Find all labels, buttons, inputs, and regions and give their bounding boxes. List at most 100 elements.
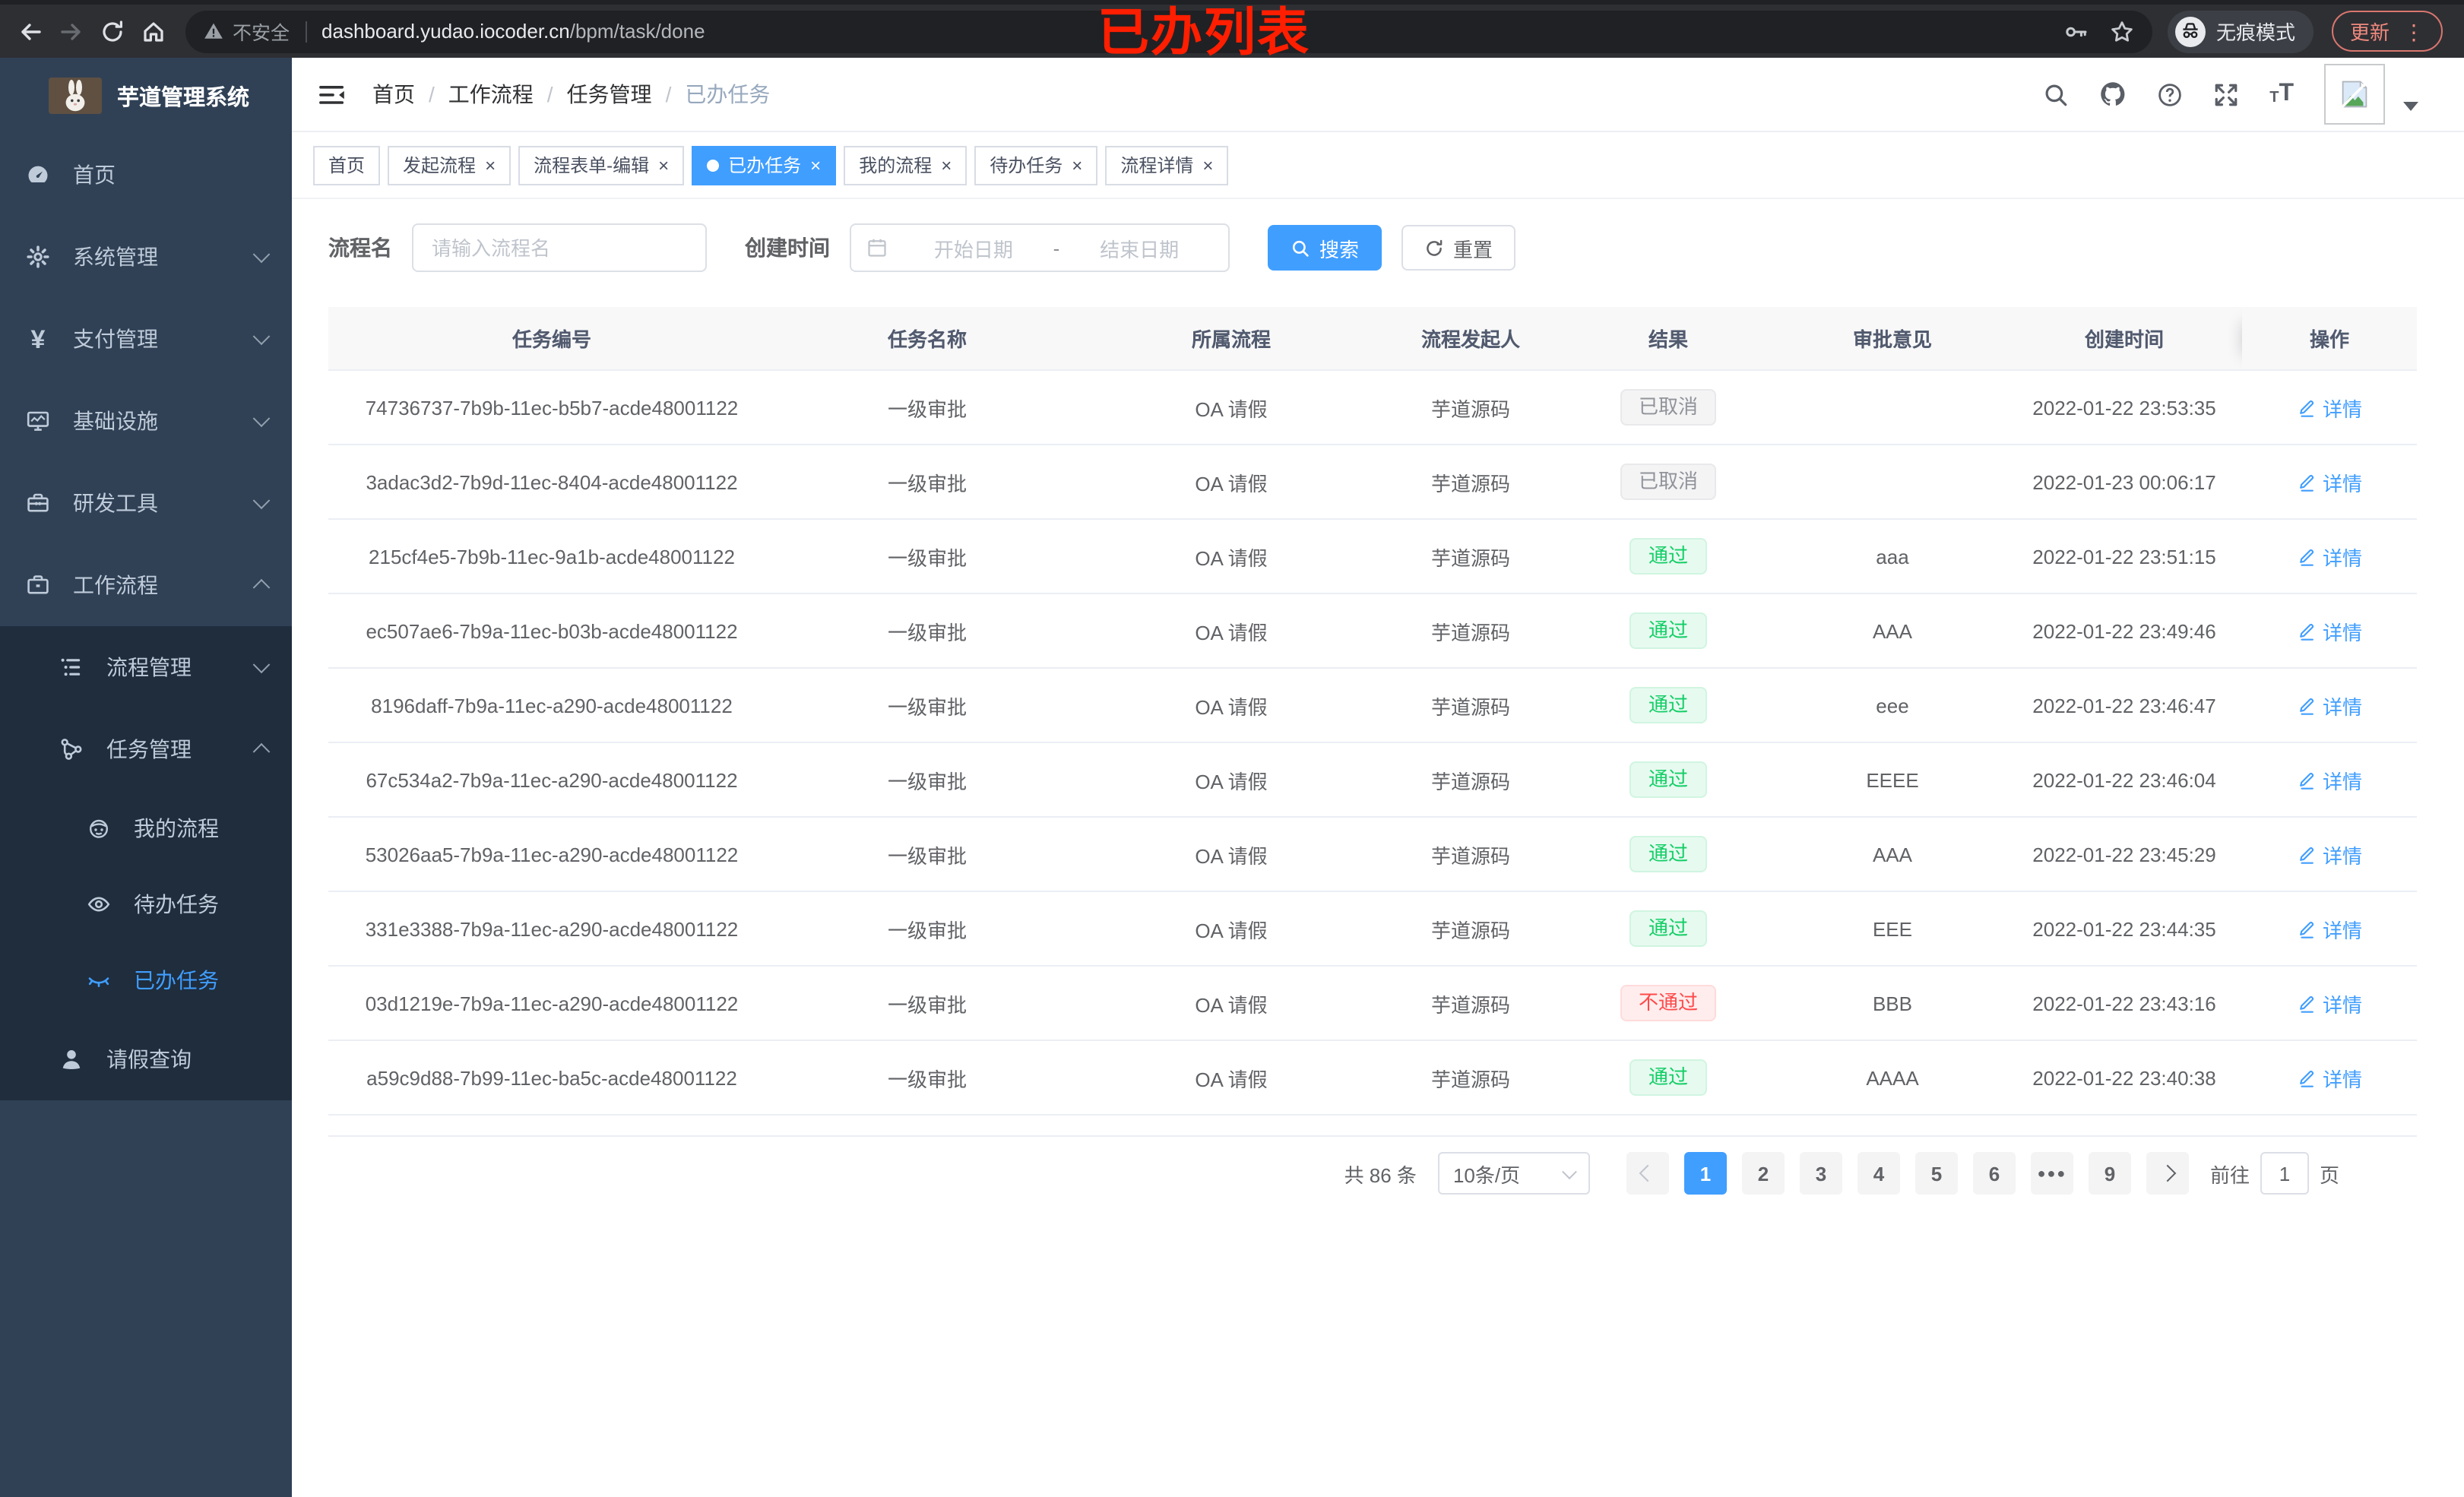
caret-down-icon[interactable] <box>2403 102 2418 111</box>
cell-process: OA 请假 <box>1079 445 1383 520</box>
url-bar[interactable]: 不安全 dashboard.yudao.iocoder.cn/bpm/task/… <box>185 10 2152 52</box>
detail-button[interactable]: 详情 <box>2297 914 2362 943</box>
detail-button[interactable]: 详情 <box>2297 840 2362 869</box>
page-size-select[interactable]: 10条/页 <box>1437 1152 1590 1195</box>
close-icon[interactable] <box>1072 156 1082 174</box>
cell-actions: 详情 <box>2242 817 2417 892</box>
page-number-button[interactable]: 5 <box>1915 1152 1958 1195</box>
cell-result: 通过 <box>1558 668 1778 743</box>
reset-button[interactable]: 重置 <box>1401 225 1516 271</box>
saved-passwords-key-icon[interactable] <box>2064 19 2089 43</box>
search-icon[interactable] <box>2043 81 2069 107</box>
url-divider <box>305 21 307 42</box>
search-button[interactable]: 搜索 <box>1268 225 1382 271</box>
table-row: ec507ae6-7b9a-11ec-b03b-acde48001122 一级审… <box>328 593 2417 669</box>
breadcrumb-workflow[interactable]: 工作流程 <box>448 79 534 109</box>
bookmark-star-icon[interactable] <box>2110 19 2134 43</box>
detail-button[interactable]: 详情 <box>2297 467 2362 496</box>
goto-label: 前往 <box>2209 1163 2250 1186</box>
browser-back-button[interactable] <box>12 10 47 52</box>
prev-page-button[interactable] <box>1626 1152 1669 1195</box>
tab-process-form-edit[interactable]: 流程表单-编辑 <box>518 145 685 185</box>
detail-button[interactable]: 详情 <box>2297 616 2362 645</box>
detail-button[interactable]: 详情 <box>2297 542 2362 571</box>
breadcrumb-separator: / <box>429 82 435 106</box>
sidebar-item-payment[interactable]: ¥ 支付管理 <box>0 298 292 380</box>
robot-face-icon <box>87 816 111 840</box>
sidebar-item-process-management[interactable]: 流程管理 <box>0 626 292 708</box>
sidebar-item-workflow[interactable]: 工作流程 <box>0 544 292 626</box>
github-icon[interactable] <box>2099 81 2127 108</box>
monitor-icon <box>26 409 50 433</box>
close-icon[interactable] <box>941 156 952 174</box>
detail-button[interactable]: 详情 <box>2297 765 2362 794</box>
page-number-button[interactable]: 4 <box>1857 1152 1900 1195</box>
sidebar-item-my-process[interactable]: 我的流程 <box>0 790 292 866</box>
browser-reload-button[interactable] <box>94 10 129 52</box>
breadcrumb-home[interactable]: 首页 <box>372 79 415 109</box>
font-size-icon[interactable]: TT <box>2269 81 2294 106</box>
detail-button[interactable]: 详情 <box>2297 1063 2362 1092</box>
page-number-button[interactable]: 6 <box>1972 1152 2016 1195</box>
cell-starter: 芋道源码 <box>1383 370 1558 445</box>
cell-comment <box>1778 445 2006 520</box>
tab-start-process[interactable]: 发起流程 <box>388 145 511 185</box>
sidebar-item-todo-tasks[interactable]: 待办任务 <box>0 866 292 942</box>
close-icon[interactable] <box>810 156 821 174</box>
browser-forward-button[interactable] <box>53 10 88 52</box>
cell-task-name: 一级审批 <box>775 817 1079 892</box>
sidebar-item-home[interactable]: 首页 <box>0 134 292 216</box>
done-task-table: 任务编号 任务名称 所属流程 流程发起人 结果 审批意见 创建时间 操作 747… <box>328 307 2417 1137</box>
help-icon[interactable] <box>2157 81 2183 107</box>
process-name-input[interactable] <box>412 223 707 272</box>
table-row: 74736737-7b9b-11ec-b5b7-acde48001122 一级审… <box>328 370 2417 445</box>
detail-button[interactable]: 详情 <box>2297 393 2362 422</box>
tab-home[interactable]: 首页 <box>313 145 381 185</box>
page-number-button[interactable]: 9 <box>2088 1152 2131 1195</box>
browser-home-button[interactable] <box>135 10 170 52</box>
sidebar-item-done-tasks[interactable]: 已办任务 <box>0 942 292 1018</box>
close-icon[interactable] <box>485 156 496 174</box>
breadcrumb-task-management[interactable]: 任务管理 <box>567 79 652 109</box>
sidebar: 芋道管理系统 首页 系统管理 ¥ 支付管理 基础设施 研发工具 工作流程 流程管… <box>0 58 292 1497</box>
cell-starter: 芋道源码 <box>1383 891 1558 967</box>
sidebar-item-task-management[interactable]: 任务管理 <box>0 708 292 790</box>
col-result: 结果 <box>1558 307 1778 371</box>
sidebar-item-leave-query[interactable]: 请假查询 <box>0 1018 292 1100</box>
cell-process: OA 请假 <box>1079 668 1383 743</box>
avatar[interactable] <box>2324 64 2385 125</box>
tab-done-tasks[interactable]: 已办任务 <box>692 145 837 185</box>
sidebar-item-label: 我的流程 <box>134 816 219 840</box>
goto-page-input[interactable] <box>2260 1152 2309 1195</box>
page-number-button[interactable]: 3 <box>1799 1152 1842 1195</box>
close-icon[interactable] <box>1202 156 1213 174</box>
tab-todo-tasks[interactable]: 待办任务 <box>974 145 1098 185</box>
briefcase-icon <box>26 573 50 597</box>
page-number-button[interactable]: 1 <box>1683 1152 1727 1195</box>
sidebar-item-devtools[interactable]: 研发工具 <box>0 462 292 544</box>
sidebar-logo-row[interactable]: 芋道管理系统 <box>0 58 292 134</box>
fullscreen-icon[interactable] <box>2213 81 2239 107</box>
next-page-button[interactable] <box>2146 1152 2189 1195</box>
result-badge: 通过 <box>1629 1059 1706 1096</box>
close-icon[interactable] <box>658 156 669 174</box>
tab-process-detail[interactable]: 流程详情 <box>1105 145 1229 185</box>
sidebar-item-infrastructure[interactable]: 基础设施 <box>0 380 292 462</box>
create-time-range-picker[interactable]: 开始日期 - 结束日期 <box>850 223 1230 272</box>
cell-comment: aaa <box>1778 519 2006 594</box>
detail-button[interactable]: 详情 <box>2297 989 2362 1018</box>
col-actions: 操作 <box>2242 307 2417 371</box>
page-number-button[interactable]: ●●● <box>2030 1152 2073 1195</box>
eye-closed-icon <box>87 968 111 992</box>
incognito-badge: 无痕模式 <box>2167 10 2314 52</box>
user-icon <box>59 1047 84 1071</box>
dashboard-icon <box>26 163 50 187</box>
detail-button[interactable]: 详情 <box>2297 691 2362 720</box>
browser-update-button[interactable]: 更新 ⋮ <box>2331 11 2443 52</box>
page-number-button[interactable]: 2 <box>1741 1152 1785 1195</box>
pencil-icon <box>2300 1069 2314 1087</box>
collapse-sidebar-button[interactable] <box>319 83 345 106</box>
sidebar-item-system[interactable]: 系统管理 <box>0 216 292 298</box>
tab-my-process[interactable]: 我的流程 <box>844 145 968 185</box>
browser-menu-dots-icon[interactable]: ⋮ <box>2403 21 2424 42</box>
